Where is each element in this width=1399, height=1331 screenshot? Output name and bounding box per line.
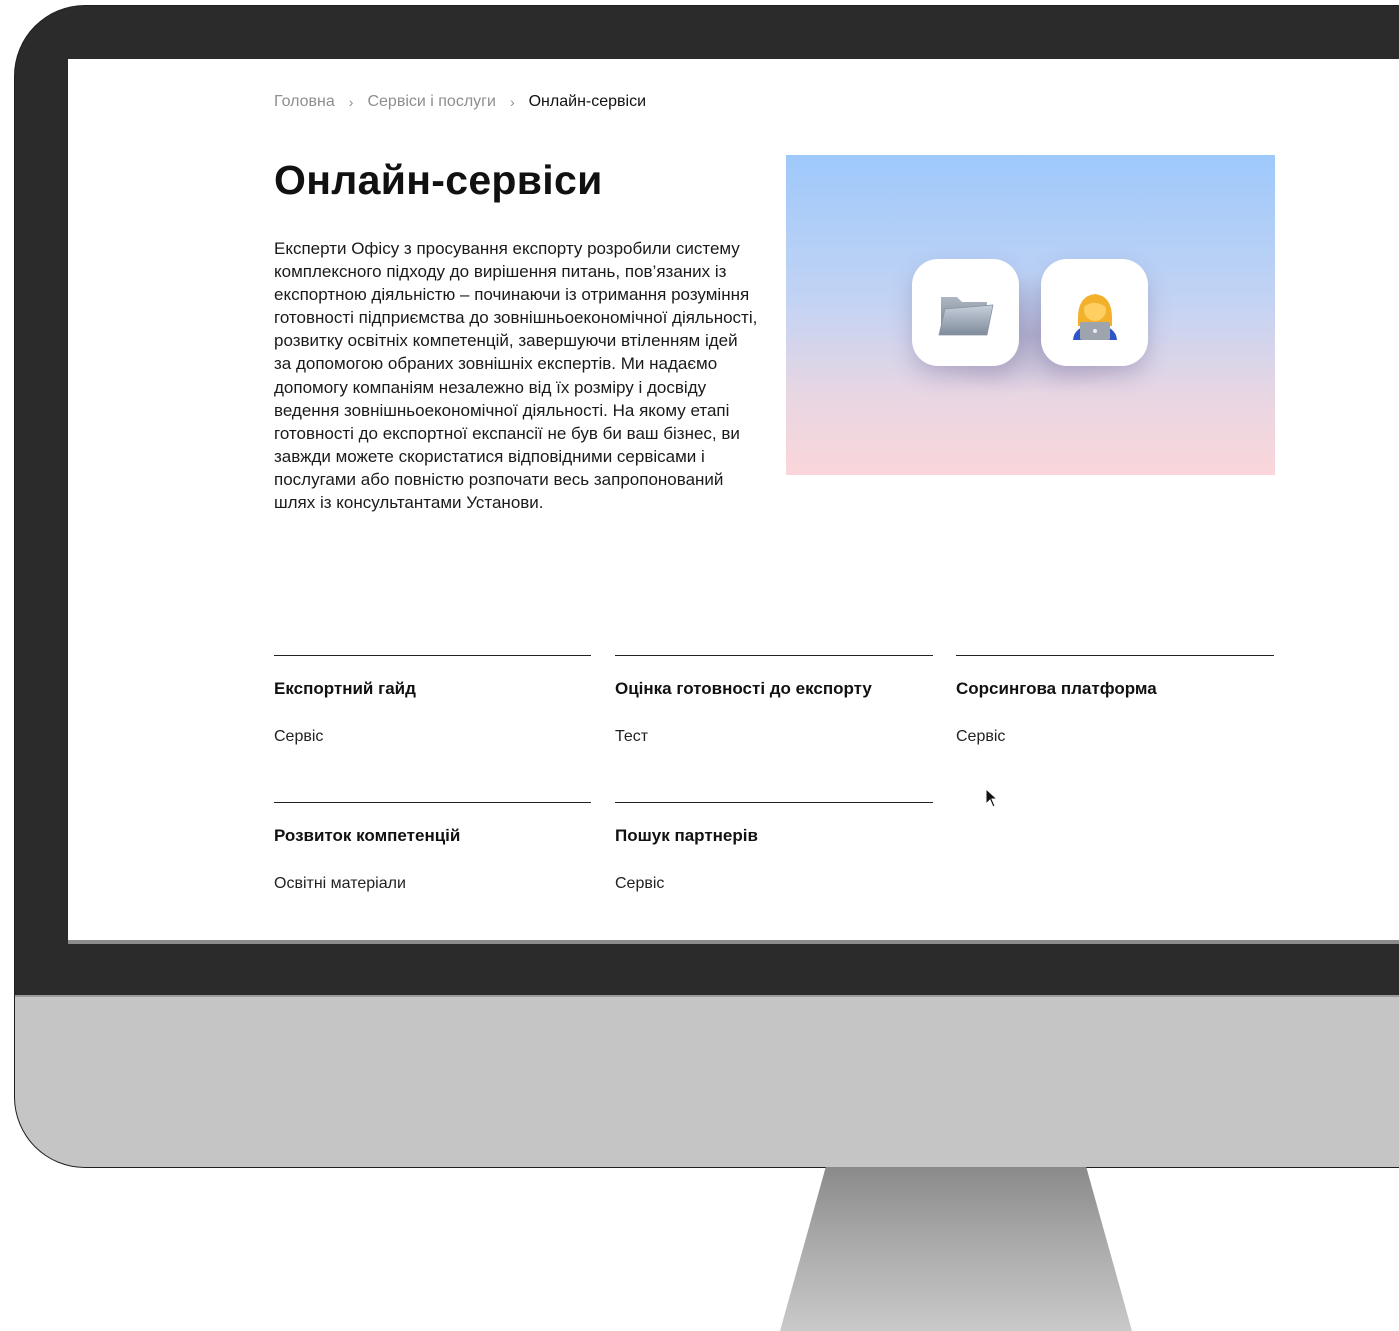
service-type: Сервіс	[956, 728, 1006, 745]
woman-technologist-icon	[1072, 293, 1117, 340]
breadcrumb-services[interactable]: Сервіси і послуги	[367, 93, 495, 111]
technologist-app-tile	[1041, 259, 1148, 366]
folder-app-tile	[912, 259, 1019, 366]
breadcrumb-current: Онлайн-сервіси	[528, 93, 647, 110]
browser-screen: Головна › Сервіси і послуги › Онлайн-сер…	[68, 59, 1399, 942]
service-title: Пошук партнерів	[615, 826, 758, 845]
service-card-export-guide[interactable]: Експортний гайд Сервіс	[274, 655, 591, 776]
breadcrumb-separator-icon: ›	[509, 94, 515, 110]
monitor-stand	[780, 1167, 1132, 1331]
service-type: Освітні матеріали	[274, 875, 406, 892]
breadcrumb-home[interactable]: Головна	[274, 93, 335, 111]
intro-text: Експерти Офісу з просування експорту роз…	[274, 239, 758, 513]
service-card-competence-development[interactable]: Розвиток компетенцій Освітні матеріали	[274, 802, 591, 923]
service-title: Сорсингова платформа	[956, 679, 1157, 698]
hero-image	[786, 155, 1275, 475]
folder-icon	[937, 296, 993, 335]
service-type: Тест	[615, 728, 649, 745]
service-card-readiness-test[interactable]: Оцінка готовності до експорту Тест	[615, 655, 933, 776]
service-type: Сервіс	[274, 728, 324, 745]
page-title: Онлайн-сервіси	[274, 157, 603, 203]
service-card-partner-search[interactable]: Пошук партнерів Сервіс	[615, 802, 933, 923]
service-title: Оцінка готовності до експорту	[615, 679, 872, 698]
chin-divider	[15, 995, 1399, 997]
service-type: Сервіс	[615, 875, 665, 892]
mouse-cursor-icon	[985, 788, 999, 808]
service-title: Розвиток компетенцій	[274, 826, 461, 845]
service-card-sourcing-platform[interactable]: Сорсингова платформа Сервіс	[956, 655, 1274, 776]
breadcrumb: Головна › Сервіси і послуги › Онлайн-сер…	[274, 93, 646, 111]
screen-bottom-edge	[68, 940, 1399, 944]
breadcrumb-separator-icon: ›	[348, 94, 354, 110]
monitor-chin	[15, 995, 1399, 1167]
service-title: Експортний гайд	[274, 679, 416, 698]
